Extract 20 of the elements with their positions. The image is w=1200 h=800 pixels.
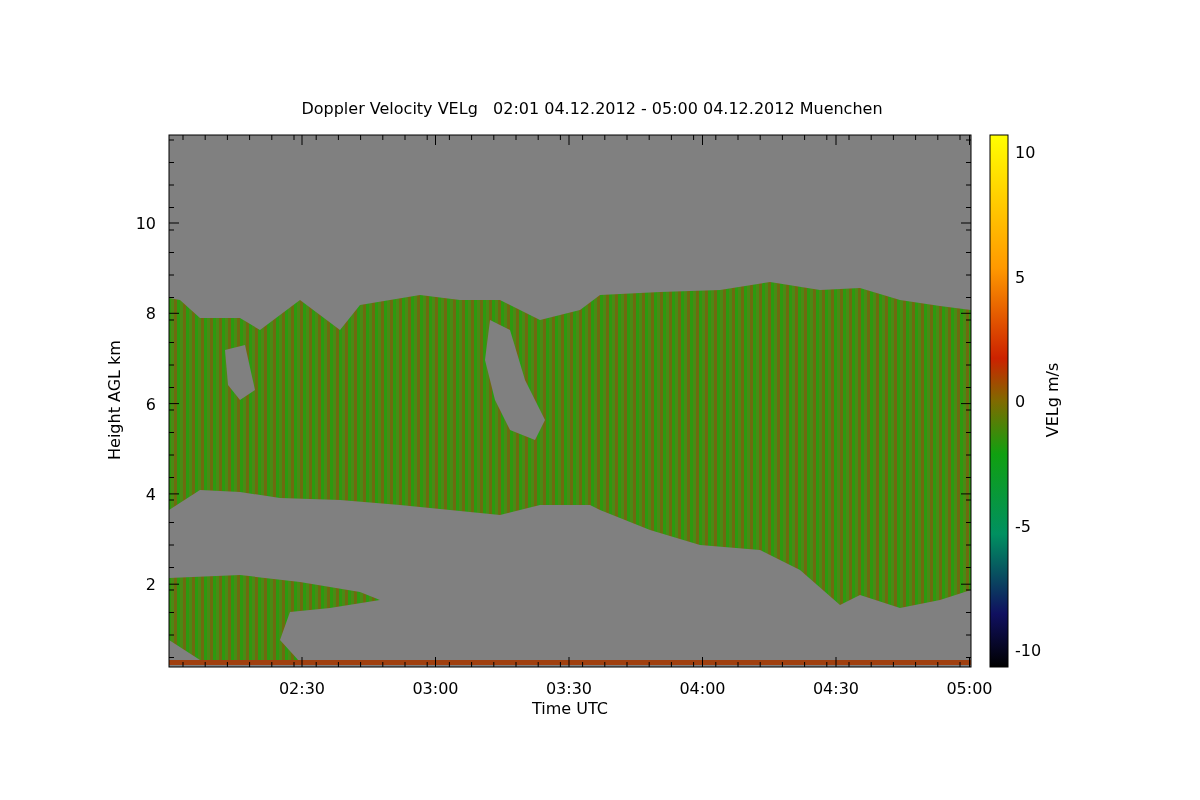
y-tick-label: 6 — [145, 394, 156, 414]
y-tick-label: 4 — [145, 484, 156, 504]
y-tick-label: 8 — [145, 304, 156, 324]
x-tick-label: 04:30 — [812, 679, 860, 698]
colorbar-tick-label: 10 — [1015, 143, 1036, 162]
colorbar-label: VELg m/s — [1043, 362, 1062, 438]
x-tick-label: 04:00 — [679, 679, 726, 698]
x-axis-label: Time UTC — [532, 699, 608, 718]
colorbar-tick-label: 0 — [1015, 392, 1026, 411]
colorbar-tick-label: 5 — [1015, 267, 1026, 287]
y-tick-label: 2 — [145, 575, 156, 595]
x-tick-label: 03:00 — [412, 679, 459, 698]
y-axis-label: Height AGL km — [105, 340, 124, 460]
y-tick-label: 10 — [135, 214, 156, 233]
colorbar-tick-label: -10 — [1015, 641, 1042, 660]
colorbar-tick-label: -5 — [1015, 516, 1031, 536]
chart-title: Doppler Velocity VELg 02:01 04.12.2012 - 05:00 04.12.2012 Muenchen — [301, 99, 883, 118]
x-tick-label: 02:30 — [278, 679, 326, 698]
x-tick-label: 03:30 — [545, 679, 593, 698]
x-tick-label: 05:00 — [946, 679, 993, 698]
